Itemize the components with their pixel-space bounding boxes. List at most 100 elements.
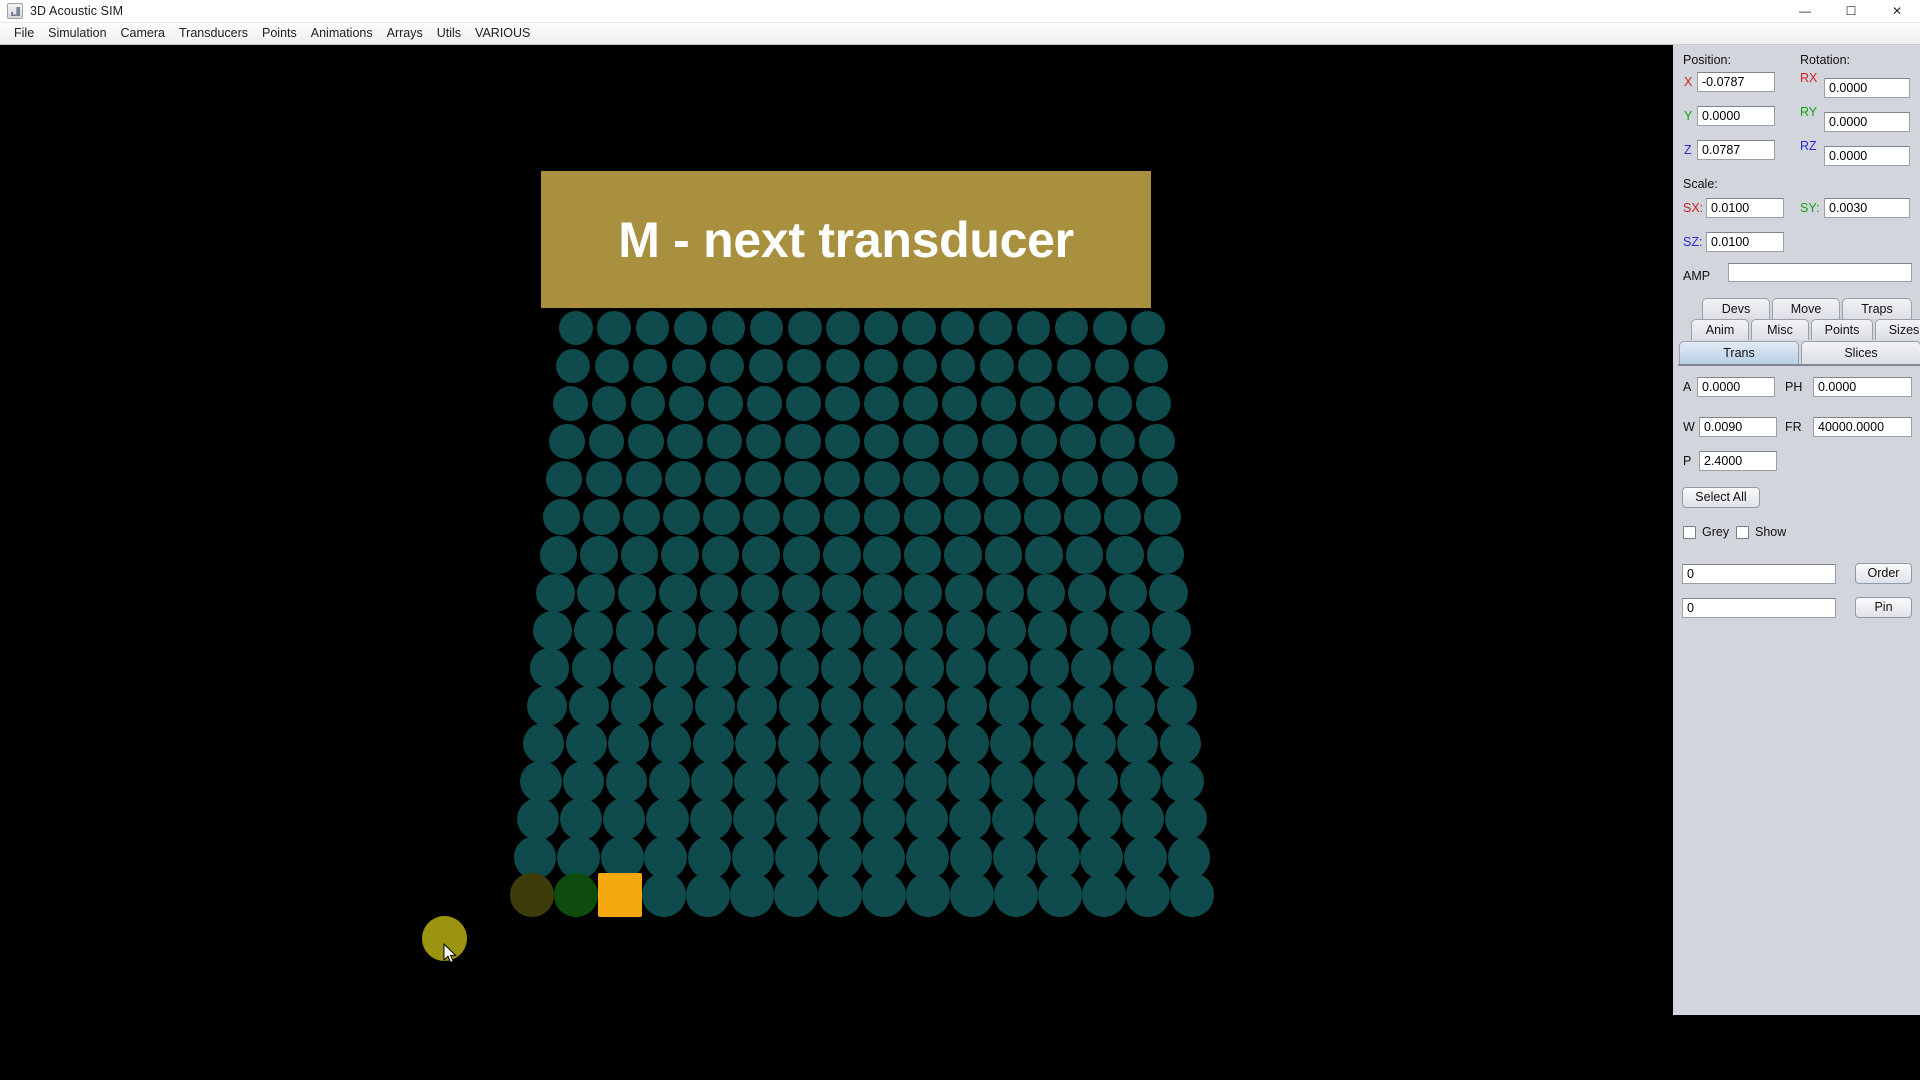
transducer-element[interactable] [863, 648, 903, 688]
transducer-element[interactable] [689, 798, 732, 841]
transducer-element[interactable] [549, 423, 585, 460]
3d-viewport[interactable]: M - next transducer [0, 45, 1673, 1080]
order-button[interactable]: Order [1855, 563, 1912, 584]
transducer-element[interactable] [863, 498, 901, 536]
transducer-element[interactable] [825, 348, 860, 383]
transducer-element[interactable] [1071, 648, 1111, 688]
transducer-element[interactable] [942, 423, 979, 460]
transducer-element[interactable] [940, 311, 975, 345]
transducer-element[interactable] [944, 536, 982, 574]
transducer-element[interactable] [824, 423, 861, 460]
transducer-element[interactable] [1032, 723, 1074, 765]
transducer-element[interactable] [613, 648, 653, 688]
transducer-element[interactable] [945, 610, 985, 650]
transducer-element[interactable] [819, 760, 862, 803]
minimize-button[interactable]: — [1782, 0, 1828, 23]
transducer-element[interactable] [1078, 798, 1121, 841]
transducer-element[interactable] [1170, 873, 1214, 917]
tab-anim[interactable]: Anim [1691, 319, 1749, 340]
transducer-element[interactable] [608, 723, 650, 765]
transducer-element[interactable] [580, 536, 618, 574]
transducer-element[interactable] [1074, 723, 1116, 765]
transducer-element[interactable] [661, 536, 699, 574]
transducer-element[interactable] [648, 760, 691, 803]
maximize-button[interactable]: ☐ [1828, 0, 1874, 23]
transducer-element[interactable] [1060, 423, 1096, 460]
transducer-element[interactable] [1054, 311, 1089, 345]
scale-sz-input[interactable] [1706, 232, 1784, 252]
transducer-element[interactable] [947, 685, 988, 727]
tab-traps[interactable]: Traps [1842, 298, 1912, 319]
transducer-element[interactable] [1110, 610, 1150, 650]
transducer-element[interactable] [698, 610, 737, 650]
transducer-element[interactable] [862, 798, 905, 841]
transducer-element[interactable] [1165, 798, 1208, 841]
transducer-element[interactable] [620, 536, 659, 574]
transducer-element[interactable] [819, 798, 862, 841]
transducer-element[interactable] [736, 685, 777, 727]
transducer-element[interactable] [642, 873, 686, 917]
transducer-element[interactable] [943, 498, 981, 536]
transducer-element[interactable] [568, 685, 609, 727]
transducer-element[interactable] [777, 723, 819, 765]
transducer-element[interactable] [820, 723, 862, 765]
menu-item-various[interactable]: VARIOUS [468, 24, 537, 43]
transducer-element[interactable] [1119, 760, 1162, 803]
transducer-element[interactable] [591, 386, 627, 421]
transducer-element[interactable] [985, 573, 1025, 612]
transducer-element[interactable] [863, 610, 903, 650]
transducer-element[interactable] [516, 798, 559, 841]
transducer-element[interactable] [1157, 685, 1198, 727]
transducer-element[interactable] [594, 348, 629, 383]
transducer-element[interactable] [618, 573, 657, 612]
transducer-element[interactable] [577, 573, 616, 612]
transducer-element[interactable] [1133, 348, 1168, 383]
transducer-element[interactable] [1023, 498, 1061, 536]
transducer-element[interactable] [546, 461, 583, 498]
transducer-element[interactable] [738, 648, 778, 688]
transducer-element[interactable] [687, 835, 731, 879]
transducer-element[interactable] [990, 723, 1031, 765]
rotation-rz-input[interactable] [1824, 146, 1910, 166]
transducer-element[interactable] [600, 835, 644, 879]
transducer-element[interactable] [983, 498, 1021, 536]
menu-item-camera[interactable]: Camera [114, 24, 172, 43]
menu-item-file[interactable]: File [7, 24, 41, 43]
transducer-element[interactable] [603, 798, 646, 841]
transducer-element[interactable] [610, 685, 651, 727]
transducer-element[interactable] [862, 685, 904, 727]
transducer-element[interactable] [658, 573, 698, 612]
tab-sizes[interactable]: Sizes [1875, 319, 1920, 340]
transducer-element[interactable] [1149, 573, 1188, 612]
transducer-element[interactable] [822, 573, 861, 612]
transducer-element[interactable] [1115, 685, 1156, 727]
transducer-element[interactable] [1093, 311, 1127, 345]
transducer-element[interactable] [669, 386, 705, 421]
transducer-element[interactable] [786, 386, 822, 421]
transducer-element[interactable] [941, 386, 977, 421]
transducer-element[interactable] [818, 873, 862, 917]
transducer-element[interactable] [562, 760, 605, 803]
transducer-element[interactable] [820, 685, 862, 727]
tab-trans[interactable]: Trans [1679, 341, 1799, 364]
transducer-element[interactable] [862, 760, 905, 803]
transducer-element[interactable] [630, 386, 666, 421]
transducer-element[interactable] [862, 873, 906, 917]
transducer-element[interactable] [826, 311, 860, 345]
transducer-element[interactable] [941, 348, 976, 383]
transducer-element[interactable] [989, 685, 1030, 727]
transducer-element[interactable] [656, 610, 696, 650]
transducer-element[interactable] [1019, 386, 1055, 421]
transducer-element[interactable] [571, 648, 611, 688]
transducer-element[interactable] [615, 610, 655, 650]
transducer-element[interactable] [743, 498, 781, 536]
transducer-element[interactable] [539, 536, 578, 574]
transducer-element[interactable] [529, 648, 570, 688]
a-input[interactable] [1697, 377, 1775, 397]
transducer-element[interactable] [1018, 348, 1053, 383]
transducer-element[interactable] [1067, 573, 1106, 612]
transducer-element[interactable] [654, 648, 695, 688]
w-input[interactable] [1699, 417, 1777, 437]
transducer-element[interactable] [902, 348, 937, 383]
order-input[interactable] [1682, 564, 1836, 584]
